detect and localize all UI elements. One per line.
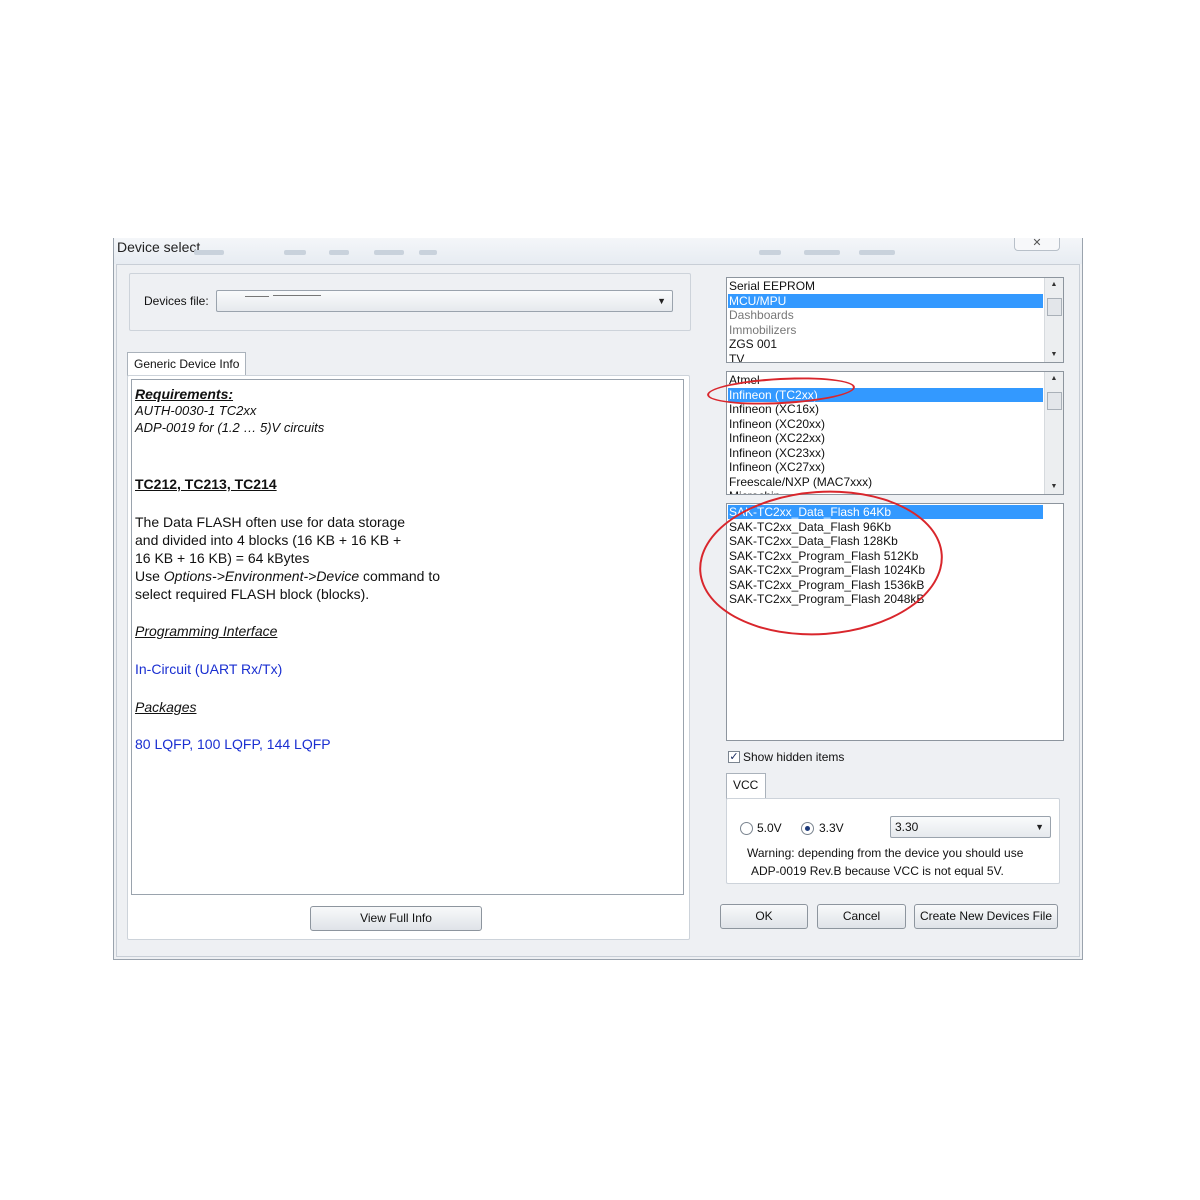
scroll-down-icon[interactable]: ▼ [1045,480,1063,494]
description-line: The Data FLASH often use for data storag… [135,514,406,530]
cancel-button[interactable]: Cancel [817,904,906,929]
description-line: select required FLASH block (blocks). [135,586,370,602]
packages-value: 80 LQFP, 100 LQFP, 144 LQFP [135,736,331,752]
device-info-text: Requirements: AUTH-0030-1 TC2xx ADP-0019… [131,379,684,895]
category-item[interactable]: MCU/MPU [728,293,1043,308]
dialog-body: Devices file: ▼ Generic Device Info Requ… [116,264,1080,957]
device-item[interactable]: SAK-TC2xx_Program_Flash 512Kb [728,549,918,563]
scroll-thumb[interactable] [1047,298,1062,316]
manufacturer-item[interactable]: Infineon (XC16x) [728,402,819,416]
blurred-path-mark [273,295,321,296]
scroll-down-icon[interactable]: ▼ [1045,348,1063,362]
device-item[interactable]: SAK-TC2xx_Data_Flash 64Kb [728,505,1043,519]
category-scrollbar[interactable]: ▲ ▼ [1044,278,1063,362]
blurred-background-mark [759,250,781,255]
blurred-background-mark [859,250,895,255]
blurred-background-mark [419,250,437,255]
blurred-path-mark [245,296,269,297]
scroll-thumb[interactable] [1047,392,1062,410]
manufacturer-item[interactable]: Freescale/NXP (MAC7xxx) [728,475,872,489]
blurred-background-mark [804,250,840,255]
scroll-up-icon[interactable]: ▲ [1045,278,1063,292]
title-bar: Device select ✕ [114,238,1082,264]
device-select-window: Device select ✕ Devices file: ▼ Generic … [113,238,1083,960]
blurred-background-mark [374,250,404,255]
tab-vcc[interactable]: VCC [726,773,766,799]
ok-button[interactable]: OK [720,904,808,929]
check-icon: ✓ [729,751,739,763]
category-list[interactable]: Serial EEPROM MCU/MPU Dashboards Immobilize… [726,277,1064,363]
category-item[interactable]: ZGS 001 [728,337,777,351]
device-item[interactable]: SAK-TC2xx_Program_Flash 1536kB [728,578,924,592]
devices-file-label: Devices file: [144,294,209,308]
radio-5v[interactable] [740,822,753,835]
create-new-devices-file-button[interactable]: Create New Devices File [914,904,1058,929]
device-item[interactable]: SAK-TC2xx_Data_Flash 96Kb [728,520,891,534]
manufacturer-item[interactable]: Microchip [728,489,780,494]
radio-3v3-label: 3.3V [819,821,844,835]
view-full-info-button[interactable]: View Full Info [310,906,482,931]
manufacturer-scrollbar[interactable]: ▲ ▼ [1044,372,1063,494]
manufacturer-item[interactable]: Infineon (XC27xx) [728,460,825,474]
vcc-voltage-value: 3.30 [895,820,919,834]
menu-path: Options->Environment->Device [163,568,360,584]
devices-file-group: Devices file: ▼ [129,273,691,331]
category-item[interactable]: Serial EEPROM [728,279,815,293]
manufacturer-item[interactable]: Infineon (XC20xx) [728,417,825,431]
manufacturer-item[interactable]: Infineon (TC2xx) [728,387,1043,402]
vcc-warning-line: Warning: depending from the device you s… [747,846,1024,860]
manufacturer-item[interactable]: Infineon (XC23xx) [728,446,825,460]
requirement-line: AUTH-0030-1 TC2xx [135,403,257,418]
devices-file-combo[interactable]: ▼ [216,290,673,312]
description-line: Use Options->Environment->Device command… [135,568,440,584]
category-item[interactable]: Dashboards [728,308,794,322]
manufacturer-item[interactable]: Infineon (XC22xx) [728,431,825,445]
tab-generic-device-info[interactable]: Generic Device Info [127,352,247,376]
show-hidden-label: Show hidden items [743,750,845,764]
chevron-down-icon: ▼ [1035,822,1044,832]
programming-interface-value: In-Circuit (UART Rx/Tx) [135,661,283,677]
window-title: Device select [117,239,201,255]
radio-selected-dot [805,826,810,831]
manufacturer-item[interactable]: Atmel [728,373,760,387]
description-text: Use [135,568,164,584]
category-item[interactable]: TV [728,352,744,363]
category-item[interactable]: Immobilizers [728,323,796,337]
manufacturer-list[interactable]: Atmel Infineon (TC2xx) Infineon (XC16x) Inf… [726,371,1064,495]
description-line: and divided into 4 blocks (16 KB + 16 KB… [135,532,402,548]
blurred-background-mark [284,250,306,255]
vcc-warning-line: ADP-0019 Rev.B because VCC is not equal … [751,864,1004,878]
programming-interface-heading: Programming Interface [135,623,278,639]
device-item[interactable]: SAK-TC2xx_Program_Flash 2048kB [728,592,924,606]
description-line: 16 KB + 16 KB) = 64 kBytes [135,550,310,566]
radio-3v3[interactable] [801,822,814,835]
scroll-up-icon[interactable]: ▲ [1045,372,1063,386]
radio-5v-label: 5.0V [757,821,782,835]
device-list[interactable]: SAK-TC2xx_Data_Flash 64Kb SAK-TC2xx_Data_… [726,503,1064,741]
device-item[interactable]: SAK-TC2xx_Program_Flash 1024Kb [728,563,925,577]
device-heading: TC212, TC213, TC214 [135,476,277,492]
requirements-heading: Requirements: [135,386,234,402]
blurred-background-mark [329,250,349,255]
packages-heading: Packages [135,699,197,715]
vcc-voltage-combo[interactable]: 3.30 ▼ [890,816,1051,838]
show-hidden-checkbox[interactable]: ✓ [728,751,740,763]
requirement-line: ADP-0019 for (1.2 … 5)V circuits [135,420,325,435]
chevron-down-icon: ▼ [657,296,666,306]
blurred-background-mark [194,250,224,255]
vcc-panel: 5.0V 3.3V 3.30 ▼ Warning: depending from… [726,798,1060,884]
device-item[interactable]: SAK-TC2xx_Data_Flash 128Kb [728,534,898,548]
close-button[interactable]: ✕ [1014,238,1060,251]
description-text: command to [359,568,441,584]
device-info-panel: Requirements: AUTH-0030-1 TC2xx ADP-0019… [127,375,690,940]
